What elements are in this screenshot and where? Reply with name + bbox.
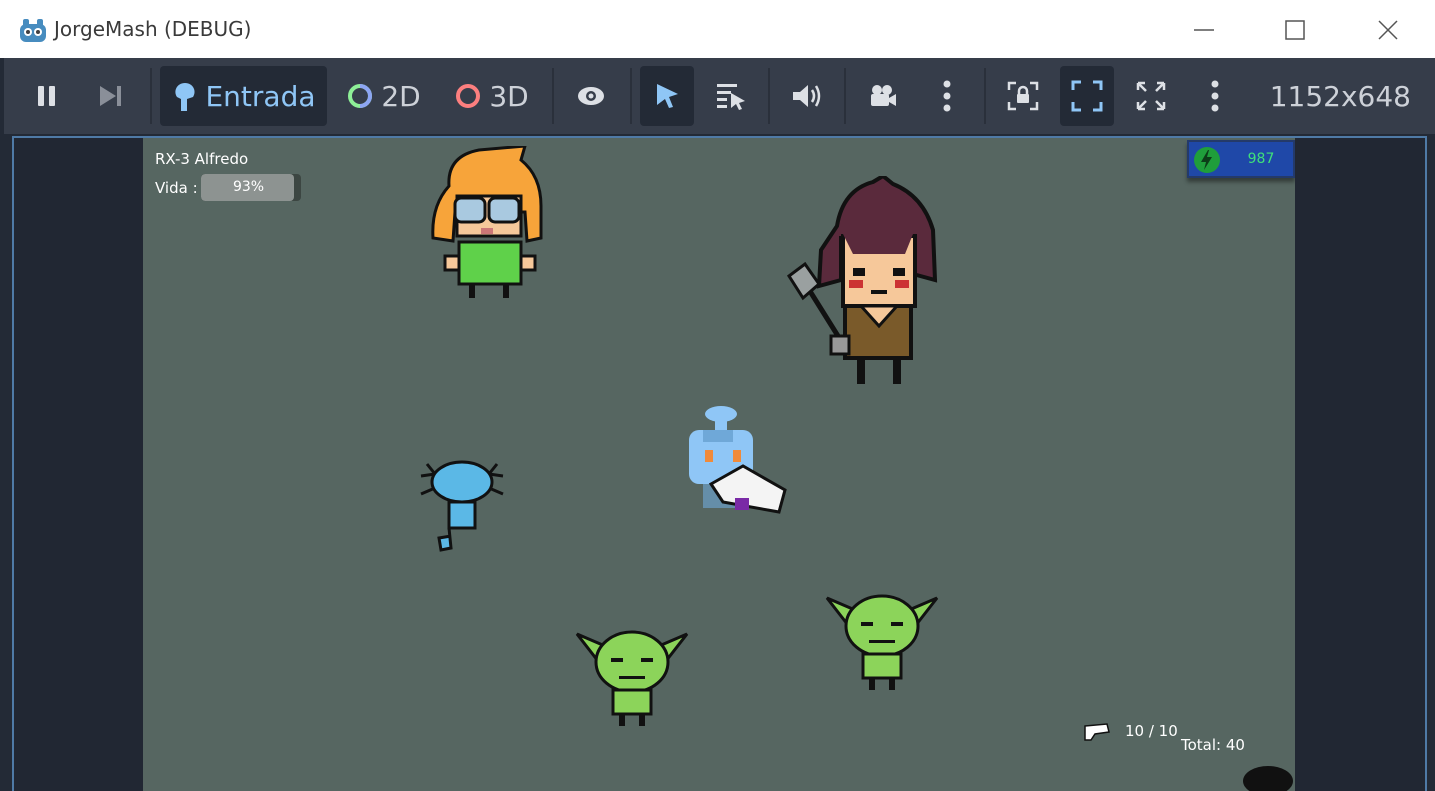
minimize-icon <box>1194 29 1214 31</box>
axolotl-creature <box>420 460 504 552</box>
audio-button[interactable] <box>780 66 834 126</box>
orange-hair-npc <box>431 146 543 298</box>
keep-aspect-button[interactable] <box>996 66 1050 126</box>
pause-button[interactable] <box>24 66 70 126</box>
close-button[interactable] <box>1368 10 1408 50</box>
next-frame-button[interactable] <box>88 66 134 126</box>
mode-3d-label: 3D <box>489 79 529 113</box>
toolbar-separator <box>844 68 846 124</box>
game-viewport[interactable]: RX-3 Alfredo Vida : 93% 987 10 / 10 Tota… <box>143 138 1295 791</box>
goblin-enemy-2 <box>825 594 939 690</box>
expand-arrows-icon <box>1136 81 1166 111</box>
window-title: JorgeMash (DEBUG) <box>54 17 252 41</box>
expand-viewport-button[interactable] <box>1124 66 1178 126</box>
lock-frame-icon <box>1007 81 1039 111</box>
goblin-enemy-1 <box>575 630 689 726</box>
game-toolbar: Entrada 2D 3D 1152x648 <box>4 58 1435 134</box>
camera-button[interactable] <box>856 66 910 126</box>
kebab-menu-icon <box>943 80 951 112</box>
game-window: JorgeMash (DEBUG) Entrada 2D 3D 1152x648… <box>0 0 1435 791</box>
input-mode-label: Entrada <box>205 79 316 113</box>
node-3d-icon <box>456 84 481 108</box>
finger-icon <box>175 83 196 111</box>
pistol-icon <box>1084 723 1110 741</box>
maximize-icon <box>1285 20 1305 40</box>
kebab-menu-icon <box>1211 80 1219 112</box>
movie-camera-icon <box>871 85 896 106</box>
toolbar-separator <box>150 68 152 124</box>
fit-frame-icon <box>1071 80 1103 112</box>
player-robot <box>689 406 787 514</box>
toolbar-separator <box>984 68 986 124</box>
input-mode-button[interactable]: Entrada <box>160 66 327 126</box>
maximize-button[interactable] <box>1275 10 1315 50</box>
health-bar: 93% <box>201 174 301 201</box>
minimize-button[interactable] <box>1184 10 1224 50</box>
axe-warrior-npc <box>786 176 938 384</box>
list-select-button[interactable] <box>704 66 758 126</box>
vida-label: Vida : <box>155 179 198 197</box>
node-2d-icon <box>348 84 373 108</box>
dark-object <box>1243 766 1293 791</box>
mode-2d-button[interactable]: 2D <box>342 66 426 126</box>
visibility-button[interactable] <box>566 66 616 126</box>
more-options-button[interactable] <box>924 66 970 126</box>
toolbar-separator <box>630 68 632 124</box>
ammo-count: 10 / 10 <box>1125 722 1178 740</box>
toolbar-separator <box>768 68 770 124</box>
cursor-arrow-icon <box>657 84 678 108</box>
toolbar-separator <box>552 68 554 124</box>
pause-icon <box>38 86 55 106</box>
mode-2d-label: 2D <box>381 79 421 113</box>
title-bar: JorgeMash (DEBUG) <box>0 0 1435 58</box>
coin-counter: 987 <box>1187 140 1295 178</box>
resolution-label: 1152x648 <box>1269 80 1411 113</box>
coin-count: 987 <box>1247 151 1275 167</box>
godot-logo-icon <box>20 19 46 42</box>
select-mode-button[interactable] <box>640 66 694 126</box>
eye-icon <box>578 87 604 105</box>
step-forward-icon <box>100 86 121 106</box>
more-options-button-2[interactable] <box>1192 66 1238 126</box>
health-bar-text: 93% <box>232 179 265 195</box>
speaker-icon <box>793 85 821 107</box>
mode-3d-button[interactable]: 3D <box>450 66 534 126</box>
list-select-icon <box>717 84 745 110</box>
fit-viewport-button[interactable] <box>1060 66 1114 126</box>
close-icon <box>1378 20 1398 40</box>
energy-bolt-icon <box>1194 147 1220 173</box>
player-name: RX-3 Alfredo <box>155 150 249 168</box>
ammo-total: Total: 40 <box>1181 736 1245 754</box>
